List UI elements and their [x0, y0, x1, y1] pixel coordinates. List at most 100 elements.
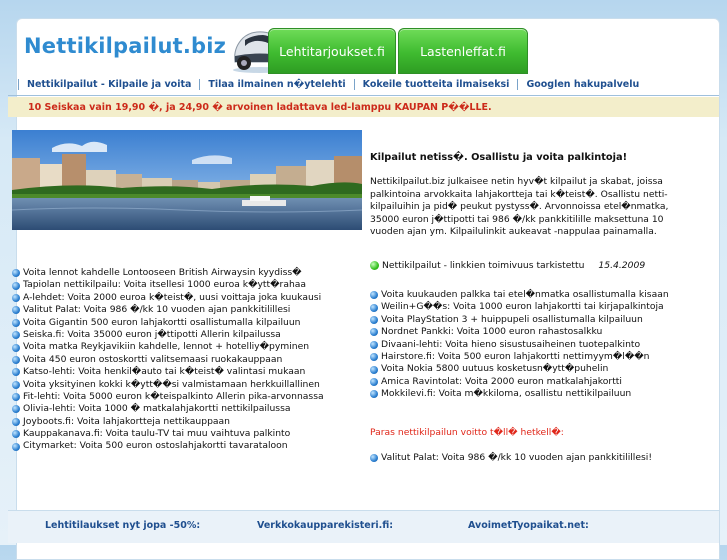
- tab-lastenleffat[interactable]: Lastenleffat.fi: [398, 28, 528, 74]
- canal-city-photo: [12, 130, 362, 230]
- footer-link-lehtitilaukset[interactable]: Lehtitilaukset nyt jopa -50%:: [45, 520, 200, 531]
- list-item[interactable]: Valitut Palat: Voita 986 �/kk 10 vuoden …: [12, 304, 324, 316]
- blue-bullet-icon: [12, 405, 20, 414]
- blue-bullet-icon: [370, 340, 378, 349]
- list-item[interactable]: Katso-lehti: Voita henkil�auto tai k�tei…: [12, 366, 324, 378]
- list-item[interactable]: A-lehdet: Voita 2000 euroa k�teist�, uus…: [12, 292, 324, 304]
- best-prize-link[interactable]: Valitut Palat: Voita 986 �/kk 10 vuoden …: [381, 452, 652, 463]
- list-item[interactable]: Voita matka Reykjavikiin kahdelle, lenno…: [12, 341, 324, 353]
- contest-link[interactable]: Nordnet Pankki: Voita 1000 euron rahasto…: [381, 326, 602, 338]
- contest-link[interactable]: Amica Ravintolat: Voita 2000 euron matka…: [381, 376, 622, 388]
- status-text: Nettikilpailut - linkkien toimivuus tark…: [382, 260, 585, 271]
- nav-item-nettikilpailut[interactable]: Nettikilpailut - Kilpaile ja voita: [18, 79, 199, 90]
- contest-link[interactable]: Hairstore.fi: Voita 500 euron lahjakortt…: [381, 351, 650, 363]
- blue-bullet-icon: [12, 442, 20, 451]
- contest-link[interactable]: Olivia-lehti: Voita 1000 � matkalahjakor…: [23, 403, 291, 415]
- footer-link-verkkokauppa[interactable]: Verkkokaupparekisteri.fi:: [257, 520, 393, 531]
- blue-bullet-icon: [370, 291, 378, 300]
- blue-bullet-icon: [370, 303, 378, 312]
- blue-bullet-icon: [12, 269, 20, 278]
- list-item[interactable]: Voita lennot kahdelle Lontooseen British…: [12, 267, 324, 279]
- best-prize-heading: Paras nettikilpailun voitto t�ll� hetkel…: [370, 427, 564, 438]
- contest-link[interactable]: Voita PlayStation 3 + huippupeli osallis…: [381, 314, 643, 326]
- list-item[interactable]: Mokkilevi.fi: Voita m�kkiloma, osallistu…: [370, 388, 669, 400]
- list-item[interactable]: Voita 450 euron ostoskortti valitsemaasi…: [12, 354, 324, 366]
- blue-bullet-icon: [12, 293, 20, 302]
- nav-item-kokeile-tuotteita[interactable]: Kokeile tuotteita ilmaiseksi: [353, 79, 518, 90]
- contest-link[interactable]: Fit-lehti: Voita 5000 euron k�teispalkin…: [23, 391, 324, 403]
- intro-description: Nettikilpailut.biz julkaisee netin hyv�t…: [370, 176, 669, 238]
- list-item[interactable]: Citymarket: Voita 500 euron ostoslahjako…: [12, 440, 324, 452]
- list-item[interactable]: Nordnet Pankki: Voita 1000 euron rahasto…: [370, 326, 669, 338]
- promo-text[interactable]: 10 Seiskaa vain 19,90 �, ja 24,90 � arvo…: [8, 102, 492, 113]
- blue-bullet-icon: [370, 453, 378, 462]
- nav-item-nayttelehti[interactable]: Tilaa ilmainen n�ytelehti: [199, 79, 353, 90]
- blue-bullet-icon: [370, 365, 378, 374]
- blue-bullet-icon: [12, 331, 20, 340]
- blue-bullet-icon: [12, 318, 20, 327]
- contest-link[interactable]: Valitut Palat: Voita 986 �/kk 10 vuoden …: [23, 304, 290, 316]
- contest-link[interactable]: Divaani-lehti: Voita hieno sisustusaihei…: [381, 339, 640, 351]
- contest-link[interactable]: Tapiolan nettikilpailu: Voita itsellesi …: [23, 279, 306, 291]
- blue-bullet-icon: [12, 380, 20, 389]
- blue-bullet-icon: [12, 343, 20, 352]
- list-item[interactable]: Voita PlayStation 3 + huippupeli osallis…: [370, 314, 669, 326]
- list-item[interactable]: Fit-lehti: Voita 5000 euron k�teispalkin…: [12, 391, 324, 403]
- blue-bullet-icon: [12, 368, 20, 377]
- blue-bullet-icon: [370, 377, 378, 386]
- contest-link[interactable]: Kauppakanava.fi: Voita taulu-TV tai muu …: [23, 428, 290, 440]
- tab-lehtitarjoukset[interactable]: Lehtitarjoukset.fi: [268, 28, 396, 74]
- left-contest-list: Voita lennot kahdelle Lontooseen British…: [12, 267, 324, 453]
- blue-bullet-icon: [12, 430, 20, 439]
- status-date: 15.4.2009: [598, 260, 646, 271]
- footer-link-avoimet-tyopaikat[interactable]: AvoimetTyopaikat.net:: [468, 520, 589, 531]
- list-item[interactable]: Hairstore.fi: Voita 500 euron lahjakortt…: [370, 351, 669, 363]
- contest-link[interactable]: Voita Nokia 5800 uutuus kosketusn�ytt�pu…: [381, 363, 608, 375]
- right-contest-list: Voita kuukauden palkka tai etel�nmatka o…: [370, 289, 669, 401]
- list-item[interactable]: Olivia-lehti: Voita 1000 � matkalahjakor…: [12, 403, 324, 415]
- list-item[interactable]: Joyboots.fi: Voita lahjakortteja nettika…: [12, 416, 324, 428]
- list-item[interactable]: Voita Gigantin 500 euron lahjakortti osa…: [12, 317, 324, 329]
- contest-link[interactable]: Joyboots.fi: Voita lahjakortteja nettika…: [23, 416, 230, 428]
- list-item[interactable]: Divaani-lehti: Voita hieno sisustusaihei…: [370, 339, 669, 351]
- contest-link[interactable]: Citymarket: Voita 500 euron ostoslahjako…: [23, 440, 288, 452]
- nav-item-googlen-hakupalvelu[interactable]: Googlen hakupalvelu: [517, 79, 647, 90]
- site-logo[interactable]: Nettikilpailut.biz: [24, 34, 226, 58]
- blue-bullet-icon: [12, 355, 20, 364]
- list-item[interactable]: Voita Nokia 5800 uutuus kosketusn�ytt�pu…: [370, 363, 669, 375]
- main-nav: Nettikilpailut - Kilpaile ja voita Tilaa…: [18, 75, 647, 94]
- blue-bullet-icon: [370, 328, 378, 337]
- list-item[interactable]: Amica Ravintolat: Voita 2000 euron matka…: [370, 376, 669, 388]
- contest-link[interactable]: Mokkilevi.fi: Voita m�kkiloma, osallistu…: [381, 388, 631, 400]
- blue-bullet-icon: [12, 281, 20, 290]
- contest-link[interactable]: Voita matka Reykjavikiin kahdelle, lenno…: [23, 341, 309, 353]
- blue-bullet-icon: [370, 353, 378, 362]
- intro-heading: Kilpailut netiss�. Osallistu ja voita pa…: [370, 152, 628, 163]
- blue-bullet-icon: [370, 390, 378, 399]
- list-item[interactable]: Voita yksityinen kokki k�ytt��si valmist…: [12, 379, 324, 391]
- list-item[interactable]: Tapiolan nettikilpailu: Voita itsellesi …: [12, 279, 324, 291]
- blue-bullet-icon: [12, 417, 20, 426]
- footer-bar: Lehtitilaukset nyt jopa -50%: Verkkokaup…: [8, 510, 719, 543]
- list-item[interactable]: Seiska.fi: Voita 35000 euron j�ttipotti …: [12, 329, 324, 341]
- green-dot-icon: [370, 261, 379, 270]
- nav-divider: [8, 95, 719, 96]
- blue-bullet-icon: [12, 306, 20, 315]
- list-item[interactable]: Kauppakanava.fi: Voita taulu-TV tai muu …: [12, 428, 324, 440]
- best-prize-item[interactable]: Valitut Palat: Voita 986 �/kk 10 vuoden …: [370, 452, 652, 463]
- blue-bullet-icon: [370, 315, 378, 324]
- contest-link[interactable]: Voita lennot kahdelle Lontooseen British…: [23, 267, 302, 279]
- contest-link[interactable]: Weilin+G��s: Voita 1000 euron lahjakortt…: [381, 301, 664, 313]
- contest-link[interactable]: A-lehdet: Voita 2000 euroa k�teist�, uus…: [23, 292, 321, 304]
- link-status: Nettikilpailut - linkkien toimivuus tark…: [370, 260, 645, 271]
- list-item[interactable]: Voita kuukauden palkka tai etel�nmatka o…: [370, 289, 669, 301]
- contest-link[interactable]: Seiska.fi: Voita 35000 euron j�ttipotti …: [23, 329, 281, 341]
- contest-link[interactable]: Voita kuukauden palkka tai etel�nmatka o…: [381, 289, 669, 301]
- contest-link[interactable]: Voita yksityinen kokki k�ytt��si valmist…: [23, 379, 320, 391]
- promo-banner[interactable]: 10 Seiskaa vain 19,90 �, ja 24,90 � arvo…: [8, 97, 719, 117]
- contest-link[interactable]: Voita 450 euron ostoskortti valitsemaasi…: [23, 354, 282, 366]
- blue-bullet-icon: [12, 393, 20, 402]
- contest-link[interactable]: Voita Gigantin 500 euron lahjakortti osa…: [23, 317, 301, 329]
- contest-link[interactable]: Katso-lehti: Voita henkil�auto tai k�tei…: [23, 366, 305, 378]
- list-item[interactable]: Weilin+G��s: Voita 1000 euron lahjakortt…: [370, 301, 669, 313]
